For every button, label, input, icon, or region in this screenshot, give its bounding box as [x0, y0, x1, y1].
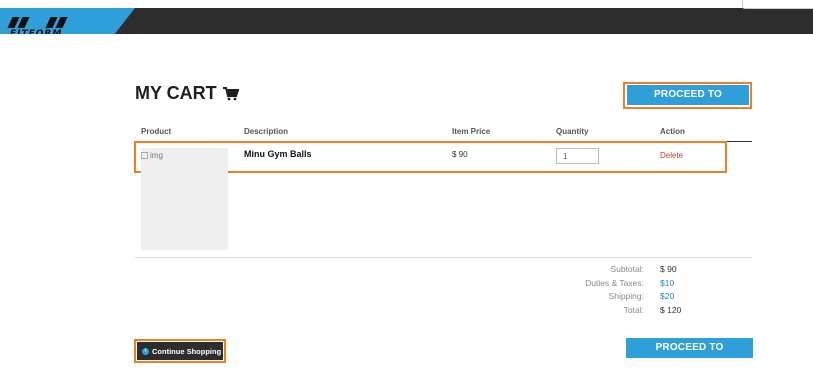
duties-value: $10	[660, 278, 675, 288]
shipping-label: Shipping:	[608, 291, 644, 301]
row-divider	[135, 257, 752, 258]
logo-slash-icon	[17, 17, 30, 28]
proceed-to-checkout-button-bottom[interactable]: PROCEED TO CHECKOUT	[626, 338, 753, 373]
column-header-item-price: Item Price	[452, 127, 491, 136]
column-header-quantity: Quantity	[556, 127, 589, 136]
total-label: Total:	[623, 305, 644, 315]
broken-image-icon	[141, 152, 148, 159]
subtotal-value: $ 90	[660, 264, 677, 274]
duties-label: Duties & Taxes:	[585, 278, 644, 288]
quantity-input[interactable]	[556, 148, 599, 164]
total-value: $ 120	[660, 305, 682, 315]
page-title: MY CART	[135, 83, 239, 104]
column-header-product: Product	[141, 127, 172, 136]
logo-slash-icon	[55, 17, 68, 28]
page-title-text: MY CART	[135, 83, 217, 103]
product-image[interactable]: img	[141, 148, 228, 250]
brand-logo[interactable]: FITFORM	[0, 8, 135, 34]
continue-shopping-button[interactable]: ‹ Continue Shopping	[137, 342, 223, 360]
column-header-action: Action	[660, 127, 685, 136]
shopping-cart-icon	[222, 86, 239, 101]
subtotal-label: Subtotal:	[610, 264, 644, 274]
product-description[interactable]: Minu Gym Balls	[244, 149, 312, 159]
product-image-alt: img	[141, 151, 163, 160]
proceed-to-checkout-button-top[interactable]: PROCEED TO CHECKOUT	[627, 85, 749, 120]
logo-text: FITFORM	[10, 29, 63, 39]
column-header-description: Description	[244, 127, 289, 136]
continue-shopping-label: Continue Shopping	[152, 346, 222, 356]
shipping-value: $20	[660, 291, 675, 301]
chevron-left-circle-icon: ‹	[142, 347, 149, 355]
delete-link[interactable]: Delete	[660, 151, 683, 160]
product-price: $ 90	[452, 150, 468, 159]
window-edge	[742, 0, 813, 9]
